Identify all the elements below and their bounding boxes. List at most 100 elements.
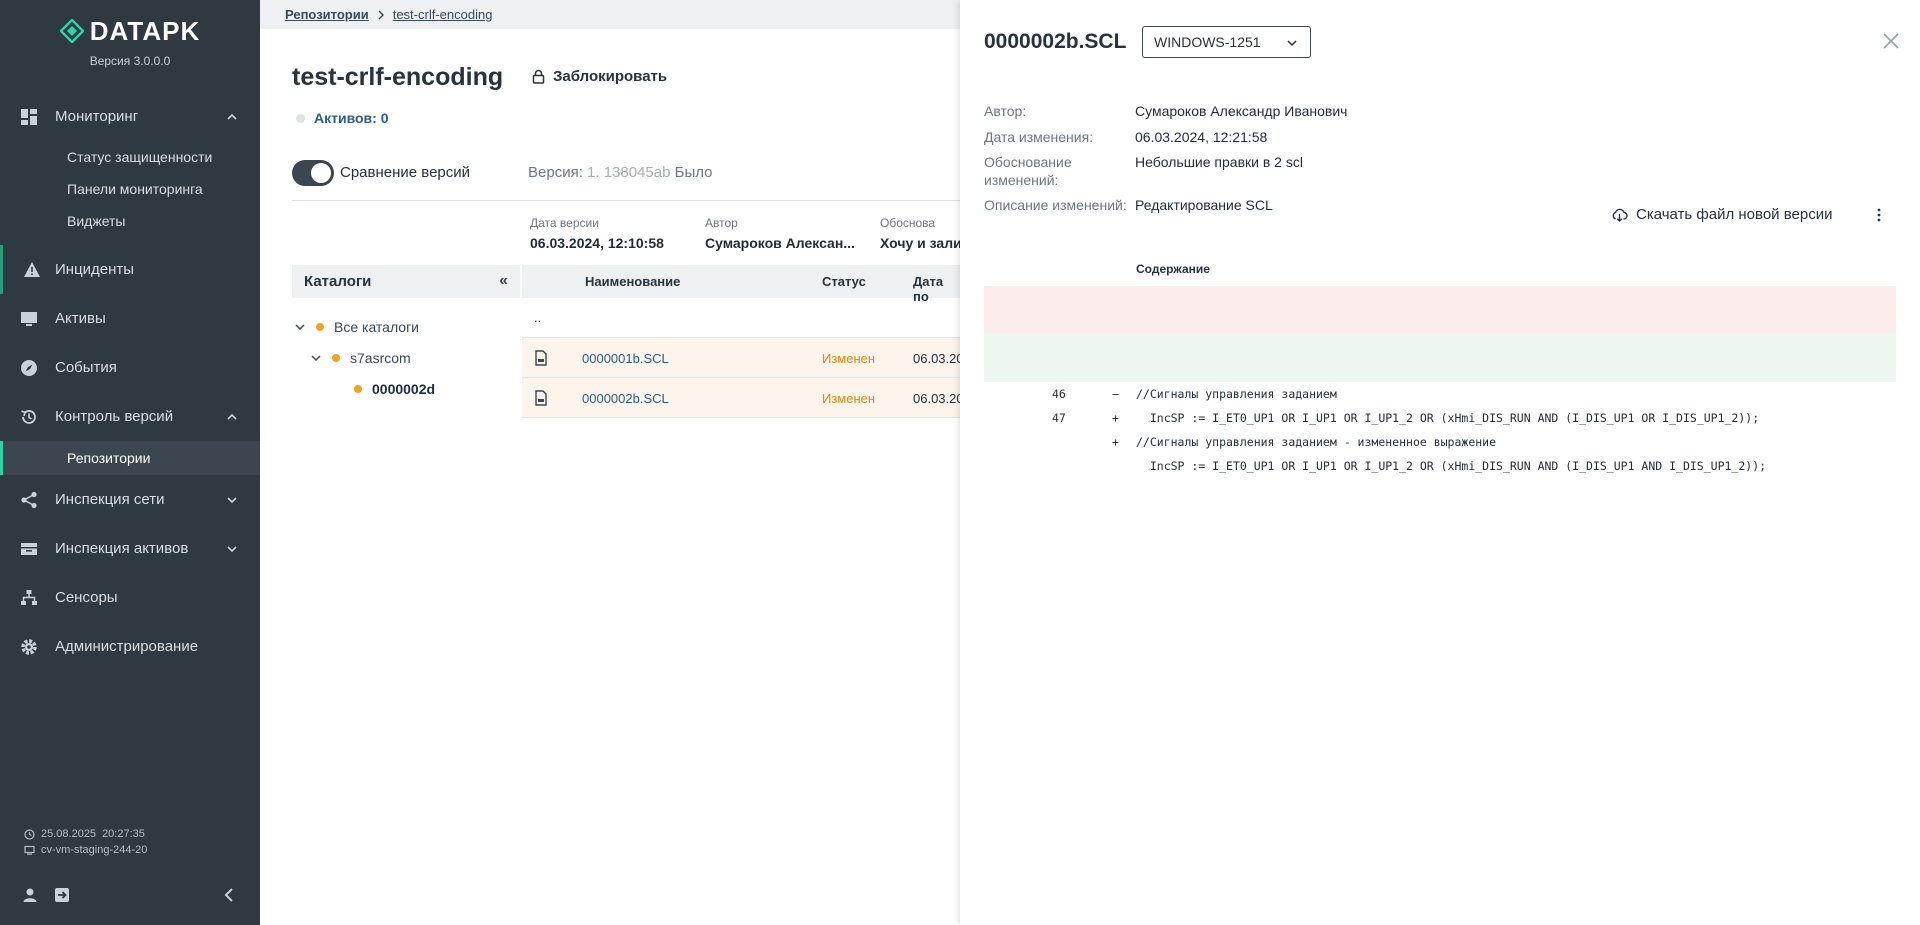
logo[interactable]: DATAPK Версия 3.0.0.0 [0, 14, 260, 68]
meta-author-label: Автор [705, 216, 738, 230]
diff-sign: + [1112, 435, 1119, 449]
nav-version-control[interactable]: Контроль версий [0, 392, 260, 441]
chevron-down-icon[interactable] [294, 321, 306, 333]
changed-label: Дата изменения: [984, 129, 1094, 145]
nav-administration[interactable]: Администрирование [0, 622, 260, 671]
version-value: 1. 138045ab [587, 164, 671, 181]
file-date: 06.03.20 [913, 351, 964, 366]
chevron-down-icon [1287, 40, 1297, 47]
toggle-knob [311, 163, 331, 183]
meta-date: Дата версии 06.03.2024, 12:10:58 [530, 216, 664, 251]
compare-versions-toggle[interactable] [292, 160, 334, 186]
nav-incidents[interactable]: Инциденты [0, 245, 260, 294]
nav-assets[interactable]: Активы [0, 294, 260, 343]
user-icon[interactable] [22, 887, 38, 903]
table-row[interactable]: 0000002b.SCL Изменен 06.03.20 [522, 378, 964, 418]
diff-new-line: 46 [1052, 387, 1066, 401]
nav-sensors[interactable]: Сенсоры [0, 573, 260, 622]
more-vertical-icon[interactable] [1873, 206, 1885, 224]
parent-dir: .. [534, 310, 542, 325]
nav-asset-inspection[interactable]: Инспекция активов [0, 524, 260, 573]
sidebar-footer: 25.08.2025 20:27:35 cv-vm-staging-244-20 [24, 826, 147, 858]
chevron-up-icon [227, 113, 237, 120]
diff-row-removed: 46 − //Сигналы управления заданием [984, 286, 1896, 401]
nav-network-inspection[interactable]: Инспекция сети [0, 475, 260, 524]
lock-icon [532, 69, 545, 84]
chevron-up-icon [227, 413, 237, 420]
col-status[interactable]: Статус [822, 274, 866, 289]
tree-item-s7asrcom[interactable]: s7asrcom [310, 350, 411, 366]
download-new-version-button[interactable]: Скачать файл новой версии [1611, 206, 1832, 223]
logout-icon[interactable] [54, 887, 70, 903]
file-details-drawer: 0000002b.SCL WINDOWS-1251 Автор: Сумарок… [960, 0, 1920, 925]
main-nav: Мониторинг Статус защищенности Панели мо… [0, 92, 260, 671]
nav-monitoring-label: Мониторинг [55, 108, 139, 125]
diff-row-added: 46 + //Сигналы управления заданием - изм… [984, 334, 1896, 449]
footer-host: cv-vm-staging-244-20 [41, 844, 148, 856]
catalogs-header: Каталоги « [292, 265, 520, 298]
lock-button-label: Заблокировать [553, 68, 668, 85]
encoding-select[interactable]: WINDOWS-1251 [1142, 26, 1311, 58]
meta-date-label: Дата версии [530, 216, 599, 230]
reason-value: Небольшие правки в 2 scl [1135, 154, 1303, 170]
chevron-down-icon[interactable] [310, 352, 322, 364]
tree-item-all[interactable]: Все каталоги [294, 319, 419, 335]
breadcrumb-current[interactable]: test-crlf-encoding [393, 7, 493, 22]
history-icon [21, 410, 36, 424]
meta-author-value: Сумароков Алексан... [705, 235, 855, 251]
diff-row-removed: 47 − IncSP := I_ET0_UP1 OR I_UP1 OR I_UP… [984, 310, 1896, 425]
version-prefix: Версия: [528, 164, 583, 181]
assets-count-label: Активов: 0 [314, 110, 389, 126]
nav-widgets[interactable]: Виджеты [0, 205, 260, 237]
nav-repositories[interactable]: Репозитории [0, 441, 260, 475]
table-row[interactable]: 0000001b.SCL Изменен 06.03.20 [522, 338, 964, 378]
chevron-down-icon [227, 546, 237, 553]
tree-status-dot [316, 323, 324, 331]
nav-events[interactable]: События [0, 343, 260, 392]
col-name[interactable]: Наименование [585, 274, 680, 289]
gear-icon [21, 639, 37, 655]
meta-reason-value: Хочу и зали [880, 235, 962, 251]
status-dot [296, 113, 305, 123]
nav-incidents-label: Инциденты [55, 261, 135, 278]
nav-monitoring[interactable]: Мониторинг [0, 92, 260, 141]
download-button-label: Скачать файл новой версии [1636, 206, 1833, 223]
chevron-down-icon [227, 497, 237, 504]
close-icon[interactable] [1882, 32, 1900, 50]
compass-icon [21, 360, 37, 376]
nav-sensors-label: Сенсоры [55, 589, 118, 606]
drawer-title: 0000002b.SCL [984, 30, 1127, 53]
version-selector[interactable]: Версия: 1. 138045ab Было [528, 164, 713, 181]
meta-author: Автор Сумароков Алексан... [705, 216, 855, 251]
author-label: Автор: [984, 103, 1027, 119]
compare-versions-label: Сравнение версий [340, 164, 471, 181]
nav-monitoring-panels[interactable]: Панели мониторинга [0, 173, 260, 205]
logo-diamond-icon [59, 19, 84, 43]
meta-date-value: 06.03.2024, 12:10:58 [530, 235, 664, 251]
tree-item-label: s7asrcom [350, 350, 411, 366]
file-icon [535, 350, 547, 366]
tree-item-label: Все каталоги [334, 319, 420, 335]
share-icon [21, 491, 37, 509]
diff-code: IncSP := I_ET0_UP1 OR I_UP1 OR I_UP1_2 O… [1136, 459, 1767, 473]
author-value: Сумароков Александр Иванович [1135, 103, 1348, 119]
assets-count[interactable]: Активов: 0 [296, 110, 389, 126]
file-name[interactable]: 0000001b.SCL [582, 351, 669, 366]
nav-assets-label: Активы [55, 310, 106, 327]
nav-events-label: События [55, 359, 117, 376]
diff-sign: − [1112, 387, 1119, 401]
diff-new-line: 47 [1052, 411, 1066, 425]
diff-code: //Сигналы управления заданием [1136, 387, 1337, 401]
breadcrumb-repositories[interactable]: Репозитории [285, 7, 369, 22]
monitor-icon [21, 312, 37, 326]
table-row-parent[interactable]: .. [522, 298, 960, 338]
nav-asset-inspection-label: Инспекция активов [55, 540, 189, 557]
tree-item-selected[interactable]: 0000002d [354, 381, 435, 397]
lock-button[interactable]: Заблокировать [532, 68, 667, 85]
nav-security-status[interactable]: Статус защищенности [0, 141, 260, 173]
file-status: Изменен [822, 351, 876, 366]
description-label: Описание изменений: [984, 197, 1127, 213]
file-name[interactable]: 0000002b.SCL [582, 391, 669, 406]
collapse-catalogs-icon[interactable]: « [499, 272, 508, 290]
collapse-sidebar-icon[interactable] [222, 887, 236, 903]
